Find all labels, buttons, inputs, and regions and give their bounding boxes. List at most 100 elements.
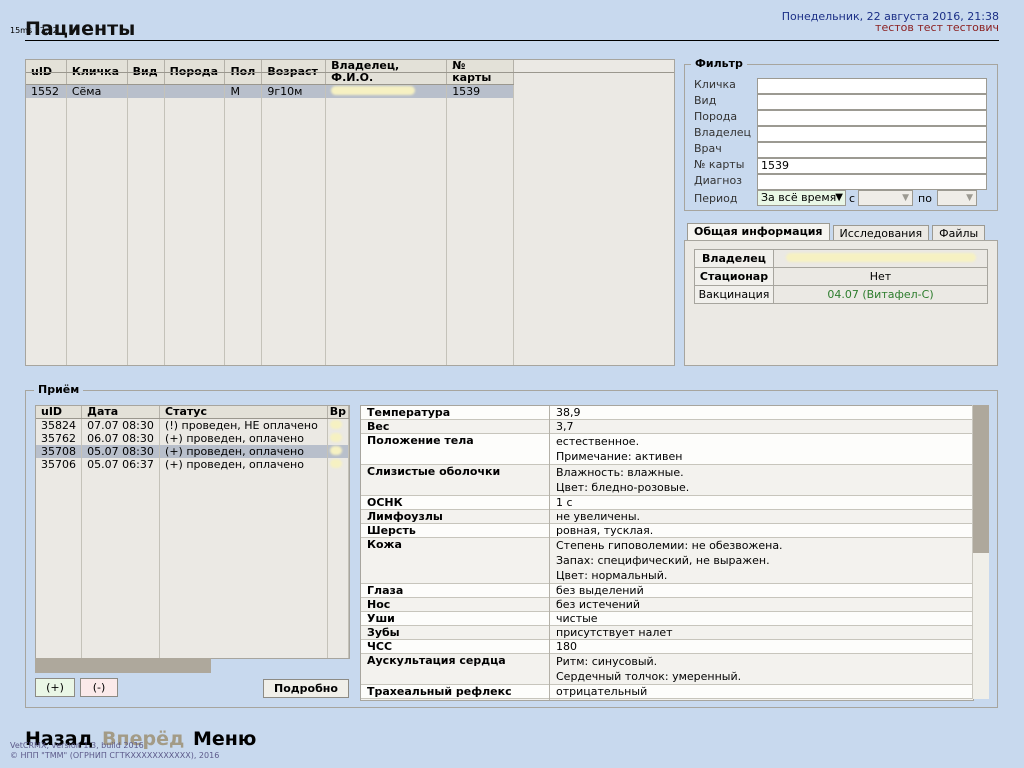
period-select[interactable]: За всё время ▼ xyxy=(757,190,846,206)
visit-status: (+) проведен, оплачено xyxy=(159,458,328,471)
exam-scrollbar-track[interactable] xyxy=(972,405,989,699)
filter-species-input[interactable] xyxy=(757,94,987,110)
exam-row: Трахеальный рефлекс отрицательный xyxy=(361,684,974,699)
exam-value-line: без истечений xyxy=(556,598,641,611)
exam-value-line: 38,9 xyxy=(556,406,581,419)
exam-details: Температура 38,9 Вес 3,7 Положение тела естес… xyxy=(360,405,974,701)
exam-value-line: Ритм: синусовый. xyxy=(556,655,658,668)
filter-label-doctor: Врач xyxy=(694,142,722,155)
exam-value-line: Влажность: влажные. xyxy=(556,466,684,479)
visit-uid: 35706 xyxy=(36,458,83,471)
exam-param-value: везикулярное дыхание. xyxy=(550,699,974,700)
filter-card-input[interactable]: 1539 xyxy=(757,158,987,174)
filter-label-owner: Владелец xyxy=(694,126,751,139)
date-to-select[interactable]: ▼ xyxy=(937,190,977,206)
to-label: по xyxy=(918,191,932,205)
exam-param-value: отрицательный xyxy=(550,685,974,699)
visit-date: 05.07 08:30 xyxy=(81,445,161,458)
cell-species xyxy=(127,84,165,98)
visit-uid: 35762 xyxy=(36,432,83,445)
tab-files[interactable]: Файлы xyxy=(932,225,986,241)
page-title: Пациенты xyxy=(25,18,136,40)
col-visit-uid[interactable]: uID xyxy=(36,406,83,419)
cell-sex: М xyxy=(224,84,263,98)
filter-label-card: № карты xyxy=(694,158,745,171)
period-select-value: За всё время xyxy=(761,191,837,204)
filter-name-input[interactable] xyxy=(757,78,987,94)
filter-panel: Фильтр Кличка Вид Порода Владелец Врач №… xyxy=(684,57,998,211)
visits-horizontal-scrollbar[interactable] xyxy=(35,658,211,673)
tab-research[interactable]: Исследования xyxy=(832,225,930,241)
exam-param-value: 1 с xyxy=(550,496,974,510)
exam-value-line: ровная, тусклая. xyxy=(556,524,654,537)
exam-param-label: Зубы xyxy=(361,625,550,640)
exam-value-line: везикулярное дыхание. xyxy=(556,699,967,700)
exam-param-label: Вес xyxy=(361,419,550,434)
add-visit-button[interactable]: (+) xyxy=(35,678,75,697)
visit-row[interactable]: 35706 05.07 06:37 (+) проведен, оплачено xyxy=(36,458,349,471)
visit-doctor-redacted xyxy=(327,418,349,432)
visit-date: 06.07 08:30 xyxy=(81,432,161,445)
date-from-select[interactable]: ▼ xyxy=(858,190,913,206)
info-owner-redacted xyxy=(773,249,988,268)
table-row[interactable]: 1552 Сёма М 9г10м 1539 xyxy=(26,84,514,98)
filter-label-diagnosis: Диагноз xyxy=(694,174,743,187)
menu-link[interactable]: Меню xyxy=(193,728,256,750)
visit-doctor-redacted xyxy=(327,432,349,445)
visit-date: 07.07 08:30 xyxy=(81,418,161,432)
info-tabs: Общая информация Исследования Файлы xyxy=(687,223,986,241)
visit-row[interactable]: 35762 06.07 08:30 (+) проведен, оплачено xyxy=(36,432,349,445)
exam-value-line: Запах: специфический, не выражен. xyxy=(556,554,770,567)
filter-diagnosis-input[interactable] xyxy=(757,174,987,190)
exam-param-label: Нос xyxy=(361,597,550,612)
exam-value-line: отрицательный xyxy=(556,685,648,698)
filter-fields: Кличка Вид Порода Владелец Врач № карты 1… xyxy=(694,78,990,206)
version-label: VetCRMX, version 1.3, build 2016 xyxy=(10,741,144,750)
visit-row[interactable]: 35824 07.07 08:30 (!) проведен, НЕ оплач… xyxy=(36,418,349,432)
exam-param-value: Ритм: синусовый. Сердечный толчок: умерен… xyxy=(550,654,974,685)
exam-param-value: 38,9 xyxy=(550,406,974,420)
exam-scrollbar-thumb[interactable] xyxy=(973,405,989,553)
from-label: с xyxy=(848,191,856,205)
filter-label-species: Вид xyxy=(694,94,717,107)
details-button[interactable]: Подробно xyxy=(263,679,349,698)
chevron-down-icon: ▼ xyxy=(966,193,973,203)
exam-row: Кожа Степень гиповолемии: не обезвожена. З… xyxy=(361,537,973,584)
visit-doctor-redacted xyxy=(327,458,349,471)
visit-uid: 35708 xyxy=(36,445,83,458)
exam-value-line: Степень гиповолемии: не обезвожена. xyxy=(556,539,783,552)
exam-value-line: 1 с xyxy=(556,496,573,509)
exam-row: Вес 3,7 xyxy=(361,419,973,434)
exam-row: Температура 38,9 xyxy=(361,406,973,420)
col-visit-date[interactable]: Дата xyxy=(81,406,161,419)
current-user: тестов тест тестович xyxy=(875,21,999,34)
filter-owner-input[interactable] xyxy=(757,126,987,142)
exam-param-label: Уши xyxy=(361,611,550,626)
filter-label-name: Кличка xyxy=(694,78,736,91)
remove-visit-button[interactable]: (-) xyxy=(80,678,118,697)
col-visit-doctor[interactable]: Вр xyxy=(327,406,349,419)
cell-breed xyxy=(164,84,226,98)
exam-param-value: не увеличены. xyxy=(550,510,974,524)
exam-param-value: без выделений xyxy=(550,584,974,598)
info-label-hospital: Стационар xyxy=(694,267,774,286)
filter-breed-input[interactable] xyxy=(757,110,987,126)
exam-row: Глаза без выделений xyxy=(361,583,974,598)
cell-owner-redacted xyxy=(325,84,448,98)
cell-uid: 1552 xyxy=(26,84,67,98)
visit-doctor-redacted xyxy=(327,445,349,458)
general-info-panel: Владелец Стационар Нет Вакцинация 04.07 … xyxy=(684,240,998,366)
exam-value-line: Цвет: бледно-розовые. xyxy=(556,481,690,494)
exam-value-line: присутствует налет xyxy=(556,626,673,639)
tab-general-info[interactable]: Общая информация xyxy=(687,223,830,241)
exam-value-line: естественное. xyxy=(556,435,640,448)
exam-param-label: Кожа xyxy=(361,537,550,584)
exam-value-line: не увеличены. xyxy=(556,510,641,523)
exam-param-label: Аускультация лёгких xyxy=(361,698,550,700)
filter-label-breed: Порода xyxy=(694,110,738,123)
filter-doctor-input[interactable] xyxy=(757,142,987,158)
info-vaccination-value: 04.07 (Витафел-С) xyxy=(773,285,988,304)
col-visit-status[interactable]: Статус xyxy=(159,406,328,419)
exam-row: ОСНК 1 с xyxy=(361,495,974,510)
visit-row-selected[interactable]: 35708 05.07 08:30 (+) проведен, оплачено xyxy=(36,445,349,458)
